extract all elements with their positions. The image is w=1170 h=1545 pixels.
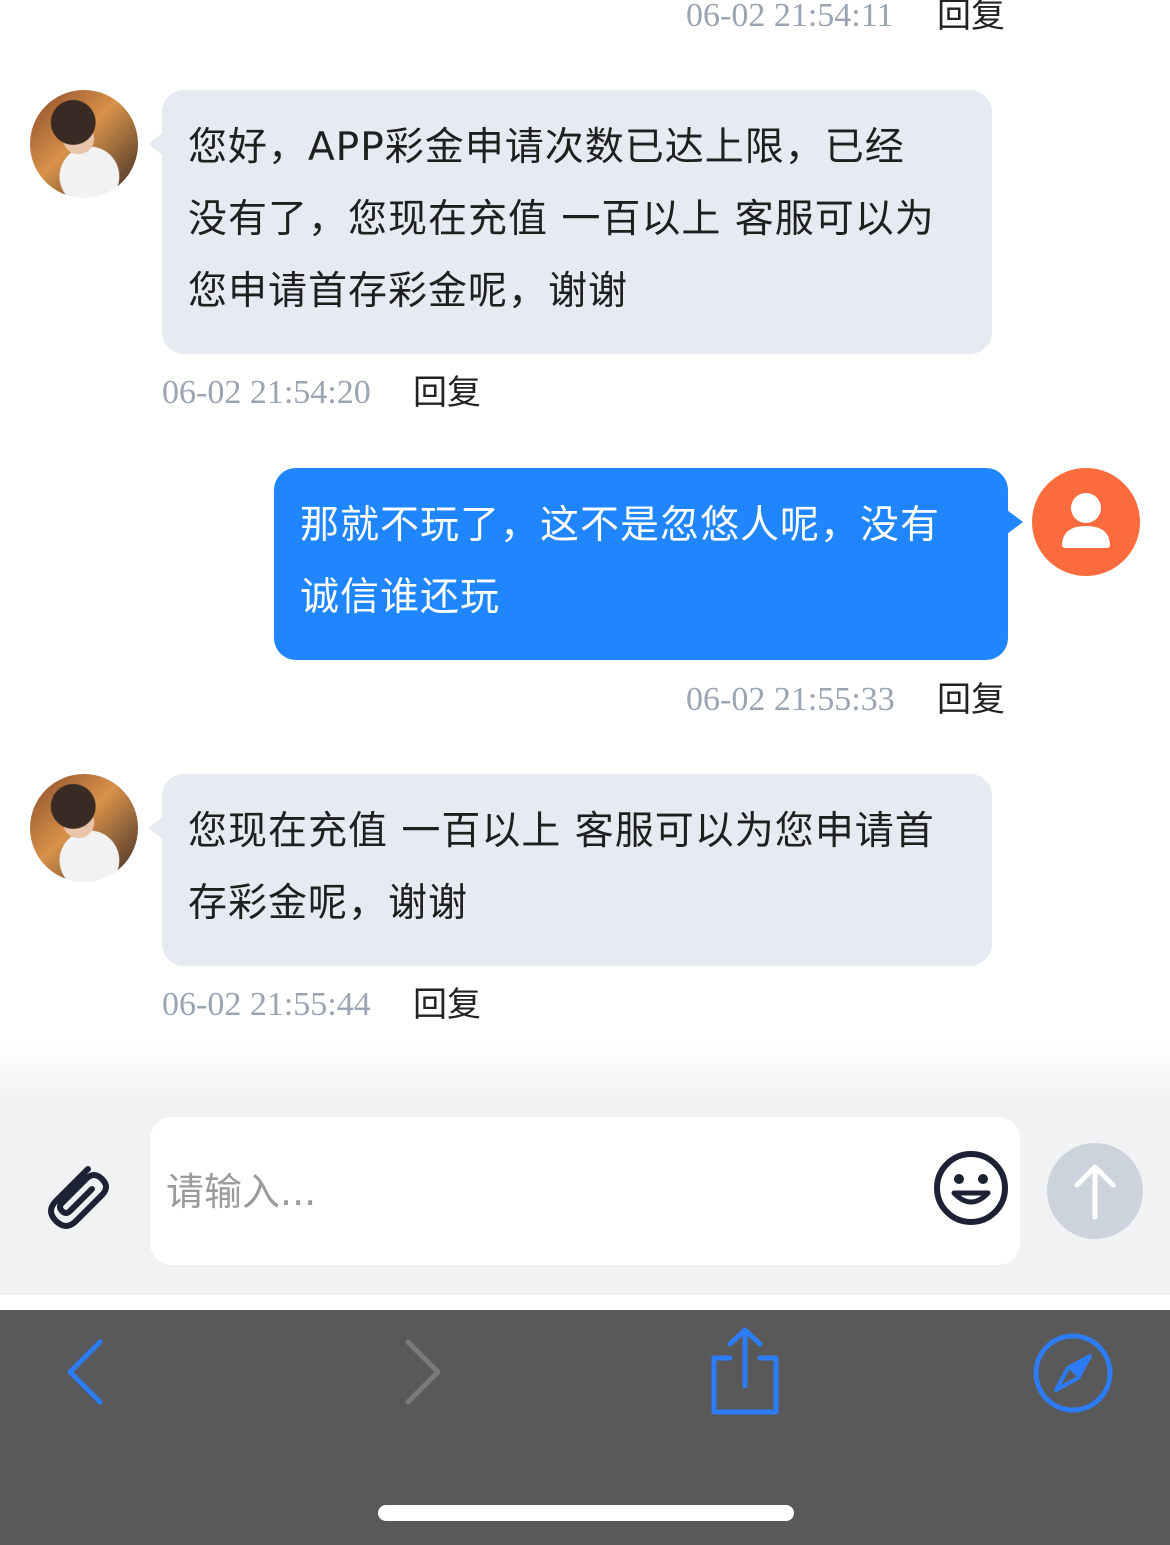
message-timestamp: 06-02 21:54:20: [162, 374, 371, 411]
paperclip-icon[interactable]: [36, 1155, 116, 1239]
home-indicator[interactable]: [378, 1505, 794, 1521]
arrow-up-icon: [1074, 1164, 1116, 1220]
message-timestamp: 06-02 21:54:11: [686, 0, 894, 34]
chat-area: 06-02 21:54:11 回复 您好，APP彩金申请次数已达上限，已经 没有…: [0, 0, 1170, 1095]
reply-button[interactable]: 回复: [413, 373, 481, 413]
message-line: 您现在充值 一百以上 客服可以为您申请首: [188, 809, 935, 854]
message-line: 存彩金呢，谢谢: [188, 881, 469, 926]
message-timestamp: 06-02 21:55:33: [686, 681, 895, 718]
outgoing-message-bubble[interactable]: 那就不玩了，这不是忽悠人呢，没有 诚信谁还玩: [274, 468, 1008, 660]
send-button[interactable]: [1047, 1143, 1143, 1239]
agent-avatar[interactable]: [30, 90, 138, 198]
agent-avatar[interactable]: [30, 774, 138, 882]
message-line: 您好，APP彩金申请次数已达上限，已经: [188, 125, 905, 170]
message-line: 没有了，您现在充值 一百以上 客服可以为: [188, 197, 935, 242]
bubble-tail: [1007, 510, 1023, 534]
incoming-message-bubble[interactable]: 您现在充值 一百以上 客服可以为您申请首 存彩金呢，谢谢: [162, 774, 992, 966]
compass-icon[interactable]: [1030, 1330, 1116, 1420]
scroll-fade: [0, 1040, 1170, 1095]
share-icon[interactable]: [700, 1324, 790, 1422]
message-timestamp: 06-02 21:55:44: [162, 986, 371, 1023]
chevron-left-icon[interactable]: [56, 1336, 116, 1412]
reply-button[interactable]: 回复: [937, 0, 1005, 36]
reply-button[interactable]: 回复: [413, 985, 481, 1025]
message-composer: 请输入...: [0, 1095, 1170, 1295]
incoming-message-bubble[interactable]: 您好，APP彩金申请次数已达上限，已经 没有了，您现在充值 一百以上 客服可以为…: [162, 90, 992, 354]
chevron-right-icon[interactable]: [392, 1336, 452, 1412]
message-input-placeholder: 请输入...: [166, 1170, 317, 1214]
reply-button[interactable]: 回复: [937, 680, 1005, 720]
message-input[interactable]: 请输入...: [150, 1117, 1020, 1265]
smiley-icon[interactable]: [932, 1149, 1010, 1231]
message-line: 那就不玩了，这不是忽悠人呢，没有: [300, 503, 941, 548]
user-avatar[interactable]: [1032, 468, 1140, 576]
message-line: 您申请首存彩金呢，谢谢: [188, 269, 629, 314]
message-line: 诚信谁还玩: [300, 575, 501, 620]
user-avatar-icon: [1062, 493, 1110, 548]
